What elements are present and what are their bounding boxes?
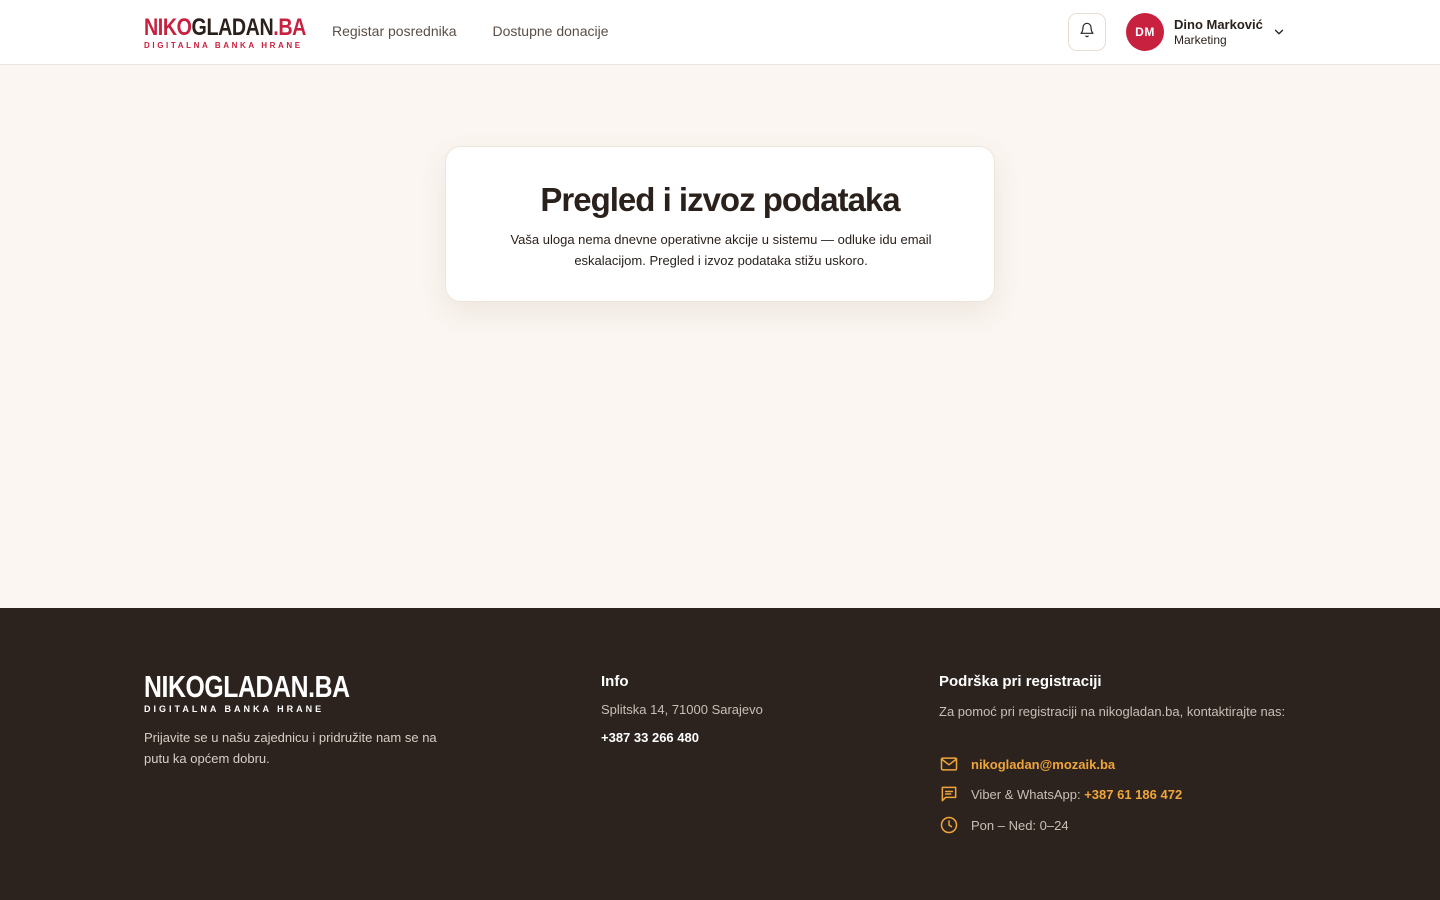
support-email-row: nikogladan@mozaik.ba xyxy=(939,754,1115,774)
support-messaging-number[interactable]: +387 61 186 472 xyxy=(1084,787,1182,802)
logo-wordmark: NIKOGLADAN.BA xyxy=(144,14,306,41)
user-name[interactable]: Dino Marković xyxy=(1174,17,1263,32)
support-hours-row: Pon – Ned: 0–24 xyxy=(939,815,1069,835)
footer-support-title: Podrška pri registraciji xyxy=(939,673,1102,690)
main-nav: Registar posrednika Dostupne donacije xyxy=(332,23,609,39)
user-role: Marketing xyxy=(1174,33,1227,47)
nav-item-dostupne-donacije[interactable]: Dostupne donacije xyxy=(493,23,609,39)
footer-support-description: Za pomoć pri registraciji na nikogladan.… xyxy=(939,704,1286,719)
page-title: Pregled i izvoz podataka xyxy=(540,181,900,218)
top-header: NIKOGLADAN.BA DIGITALNA BANKA HRANE Regi… xyxy=(0,0,1440,65)
clock-icon xyxy=(939,815,959,835)
chat-icon xyxy=(939,784,959,804)
notifications-button[interactable] xyxy=(1068,13,1106,51)
support-hours: Pon – Ned: 0–24 xyxy=(971,817,1069,833)
footer-description: Prijavite se u našu zajednicu i pridruži… xyxy=(144,730,437,766)
footer-info-title: Info xyxy=(601,673,629,690)
mail-icon xyxy=(939,754,959,774)
footer-logo[interactable]: NIKOGLADAN.BA DIGITALNA BANKA HRANE xyxy=(144,669,350,714)
logo[interactable]: NIKOGLADAN.BA DIGITALNA BANKA HRANE xyxy=(144,14,306,51)
nav-item-registar-posrednika[interactable]: Registar posrednika xyxy=(332,23,457,39)
bell-icon xyxy=(1079,22,1095,43)
logo-tagline: DIGITALNA BANKA HRANE xyxy=(144,41,303,50)
footer-logo-tagline: DIGITALNA BANKA HRANE xyxy=(144,704,325,714)
chevron-down-icon[interactable] xyxy=(1272,25,1286,39)
support-messaging-label: Viber & WhatsApp: xyxy=(971,786,1081,802)
page-description: Vaša uloga nema dnevne operativne akcije… xyxy=(510,232,932,268)
user-avatar[interactable]: DM xyxy=(1126,13,1164,51)
support-messaging-row: Viber & WhatsApp: +387 61 186 472 xyxy=(939,784,1182,804)
footer-phone[interactable]: +387 33 266 480 xyxy=(601,730,699,745)
footer-logo-wordmark: NIKOGLADAN.BA xyxy=(144,669,350,704)
support-email-link[interactable]: nikogladan@mozaik.ba xyxy=(971,757,1115,772)
footer-address: Splitska 14, 71000 Sarajevo xyxy=(601,702,763,717)
info-card: Pregled i izvoz podataka Vaša uloga nema… xyxy=(445,146,995,302)
footer: NIKOGLADAN.BA DIGITALNA BANKA HRANE Prij… xyxy=(0,608,1440,900)
